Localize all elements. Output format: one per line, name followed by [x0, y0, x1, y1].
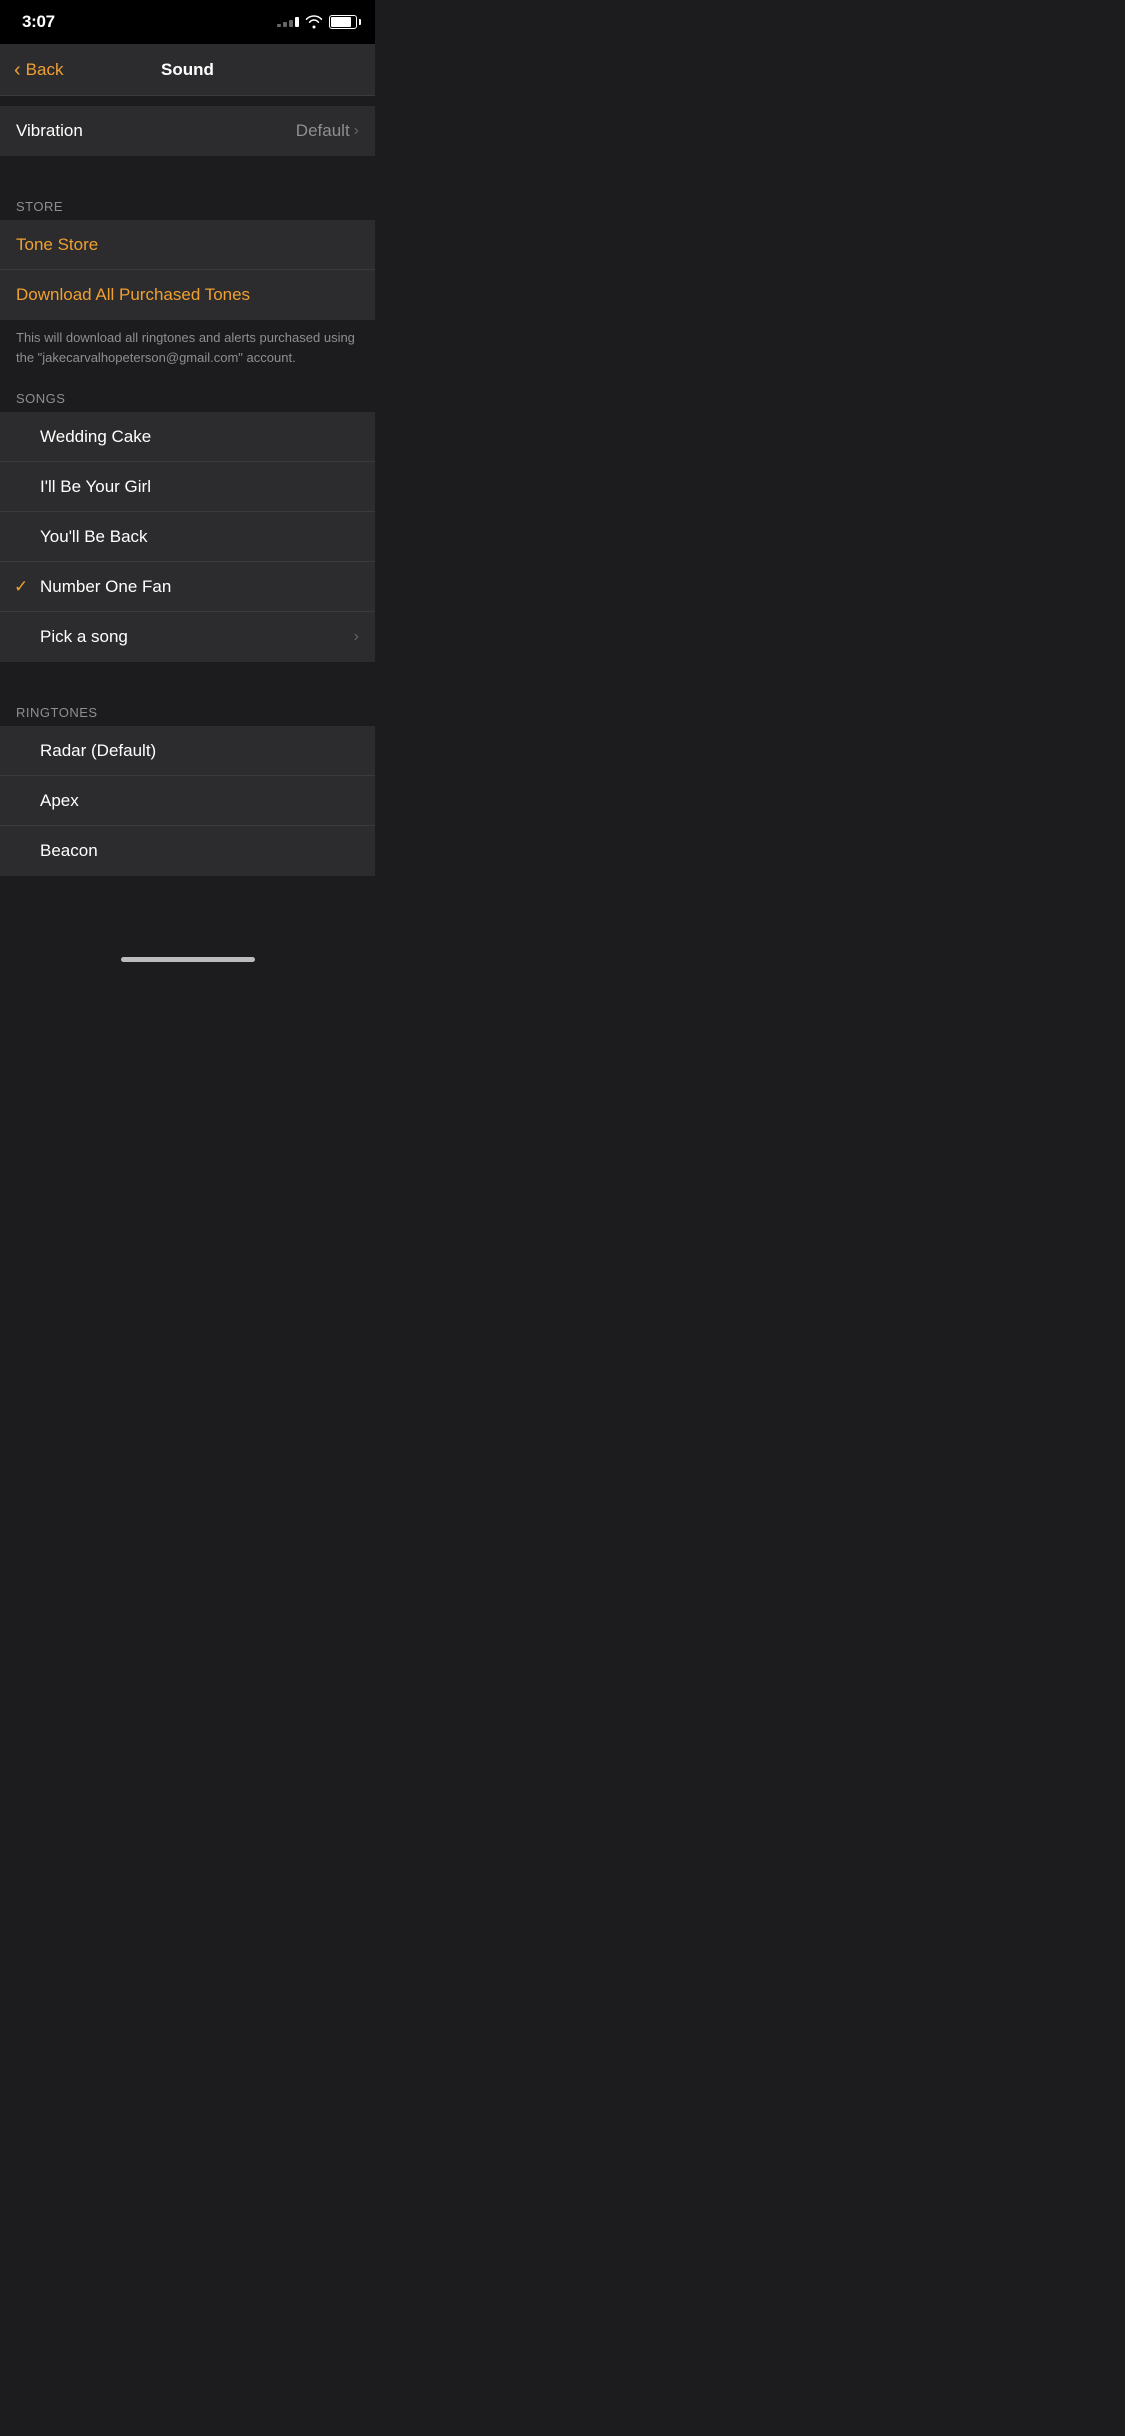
page-title: Sound: [161, 60, 214, 80]
back-button[interactable]: ‹ Back: [14, 60, 63, 80]
chevron-right-icon: ›: [354, 122, 359, 140]
ringtone-item-beacon[interactable]: Beacon: [0, 826, 375, 876]
ringtones-section-label: RINGTONES: [0, 697, 375, 726]
status-icons: [277, 15, 357, 29]
song-item-ill-be-your-girl[interactable]: I'll Be Your Girl: [0, 462, 375, 512]
battery-icon: [329, 15, 357, 29]
nav-bar: ‹ Back Sound: [0, 44, 375, 96]
song-item-number-one-fan[interactable]: ✓ Number One Fan: [0, 562, 375, 612]
song-label: Wedding Cake: [40, 427, 151, 447]
vibration-group: Vibration Default ›: [0, 106, 375, 156]
pick-song-label: Pick a song: [40, 627, 128, 647]
ringtone-label: Apex: [40, 791, 79, 811]
song-item-youll-be-back[interactable]: You'll Be Back: [0, 512, 375, 562]
home-indicator: [0, 936, 375, 970]
ringtone-item-radar[interactable]: Radar (Default): [0, 726, 375, 776]
back-label: Back: [26, 60, 64, 80]
store-section-label: STORE: [0, 191, 375, 220]
wifi-icon: [305, 15, 323, 29]
home-bar: [121, 957, 255, 962]
download-all-row[interactable]: Download All Purchased Tones: [0, 270, 375, 320]
song-label: I'll Be Your Girl: [40, 477, 151, 497]
vibration-value: Default ›: [296, 121, 359, 141]
song-label: Number One Fan: [40, 577, 171, 597]
chevron-back-icon: ‹: [14, 60, 21, 80]
vibration-label: Vibration: [16, 121, 83, 141]
gap: [0, 156, 375, 191]
ringtone-label: Radar (Default): [40, 741, 156, 761]
signal-icon: [277, 17, 299, 27]
songs-section-label: SONGS: [0, 383, 375, 412]
pick-a-song-row[interactable]: Pick a song ›: [0, 612, 375, 662]
gap: [0, 662, 375, 697]
status-time: 3:07: [22, 12, 55, 32]
checkmark-icon: ✓: [14, 577, 28, 597]
vibration-row[interactable]: Vibration Default ›: [0, 106, 375, 156]
status-bar: 3:07: [0, 0, 375, 44]
songs-group: Wedding Cake I'll Be Your Girl You'll Be…: [0, 412, 375, 662]
ringtones-group: Radar (Default) Apex Beacon: [0, 726, 375, 876]
store-group: Tone Store Download All Purchased Tones: [0, 220, 375, 320]
song-label: You'll Be Back: [40, 527, 148, 547]
chevron-right-icon: ›: [354, 628, 359, 646]
ringtone-item-apex[interactable]: Apex: [0, 776, 375, 826]
song-item-wedding-cake[interactable]: Wedding Cake: [0, 412, 375, 462]
tone-store-row[interactable]: Tone Store: [0, 220, 375, 270]
ringtone-label: Beacon: [40, 841, 98, 861]
store-description: This will download all ringtones and ale…: [0, 320, 375, 383]
tone-store-label: Tone Store: [16, 235, 98, 255]
download-all-label: Download All Purchased Tones: [16, 285, 250, 305]
gap: [0, 96, 375, 106]
